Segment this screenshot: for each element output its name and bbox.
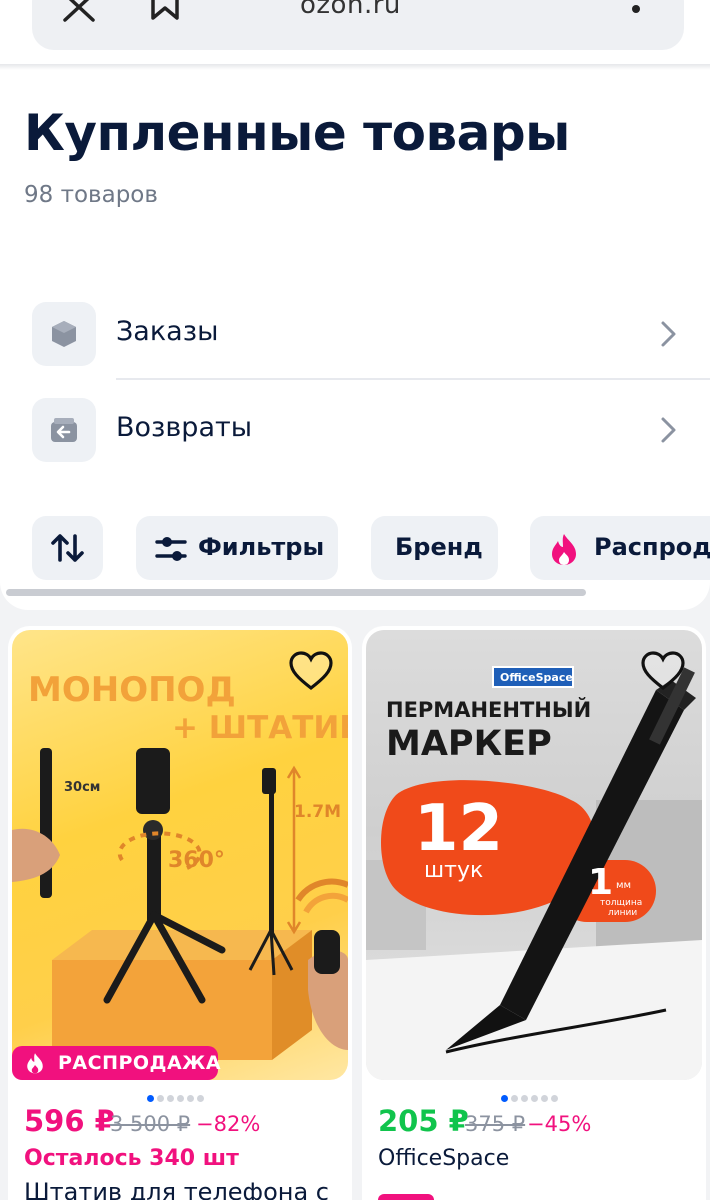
heart-icon[interactable] <box>640 650 686 692</box>
more-vertical-icon[interactable] <box>626 0 646 26</box>
menu-item-returns[interactable]: Возвраты <box>0 398 710 488</box>
sale-badge: РАСПРОДАЖА <box>12 1046 222 1080</box>
image-caption: линии <box>608 908 638 918</box>
image-caption: толщина <box>600 898 643 908</box>
pagination-dot[interactable] <box>197 1095 204 1102</box>
product-brand[interactable]: OfficeSpace <box>378 1146 509 1171</box>
pagination-dot[interactable] <box>187 1095 194 1102</box>
menu-item-label: Заказы <box>116 316 219 347</box>
pagination-dot[interactable] <box>147 1095 154 1102</box>
pagination-dot[interactable] <box>501 1095 508 1102</box>
image-caption: 1.7М <box>294 802 342 822</box>
product-price: 205 ₽ <box>378 1104 469 1138</box>
promo-tag <box>378 1194 434 1200</box>
sliders-icon <box>155 537 187 561</box>
brand-logo: OfficeSpace <box>492 666 574 688</box>
heart-icon[interactable] <box>288 650 334 692</box>
image-caption: + ШТАТИВ <box>172 710 348 746</box>
image-caption: МАРКЕР <box>386 724 552 764</box>
pagination-dot[interactable] <box>177 1095 184 1102</box>
filters-button[interactable]: Фильтры <box>136 516 338 580</box>
pagination-dot[interactable] <box>157 1095 164 1102</box>
pagination-dot[interactable] <box>167 1095 174 1102</box>
image-caption: штук <box>424 858 484 883</box>
page-title: Купленные товары <box>24 104 570 162</box>
sort-arrows-icon <box>51 534 84 562</box>
image-pagination-dots[interactable] <box>501 1087 561 1102</box>
product-title[interactable]: Штатив для телефона с <box>24 1178 329 1200</box>
brand-logo-text: OfficeSpace <box>500 671 573 684</box>
close-icon[interactable] <box>62 0 96 22</box>
stock-remaining: Осталось 340 шт <box>24 1146 239 1171</box>
fire-icon <box>552 534 576 565</box>
image-caption: МОНОПОД <box>28 670 236 710</box>
product-discount: −45% <box>527 1112 592 1136</box>
url-text[interactable]: ozon.ru <box>300 0 401 20</box>
image-caption: мм <box>616 880 632 891</box>
return-icon <box>51 418 77 442</box>
product-image[interactable]: OfficeSpace ПЕРМАНЕНТНЫЙ МАРКЕР 12 штук … <box>366 630 702 1080</box>
image-caption: 1 <box>588 862 614 903</box>
product-price: 596 ₽ <box>24 1104 115 1138</box>
product-image[interactable]: МОНОПОД + ШТАТИВ 30см 1.7М 360° <box>12 630 348 1080</box>
sort-button[interactable] <box>32 516 103 580</box>
image-caption: ПЕРМАНЕНТНЫЙ <box>386 698 592 722</box>
image-pagination-dots[interactable] <box>147 1087 207 1102</box>
product-old-price: 3 500 ₽ <box>110 1112 191 1136</box>
product-discount: −82% <box>196 1112 261 1136</box>
menu-divider <box>116 378 710 380</box>
pagination-dot[interactable] <box>551 1095 558 1102</box>
product-old-price: 375 ₽ <box>465 1112 526 1136</box>
image-caption: 360° <box>168 848 225 873</box>
chevron-right-icon <box>661 417 676 443</box>
chip-label: Бренд <box>395 533 483 561</box>
chips-scrollbar[interactable] <box>6 589 586 596</box>
fire-icon <box>27 1053 43 1074</box>
sale-chip-button[interactable]: Распродажа <box>530 516 710 580</box>
image-caption: 12 <box>414 792 504 866</box>
items-count: 98 товаров <box>24 182 158 208</box>
pagination-dot[interactable] <box>531 1095 538 1102</box>
box-icon-container <box>32 302 96 366</box>
pagination-dot[interactable] <box>541 1095 548 1102</box>
image-caption: 30см <box>64 780 101 795</box>
chip-label: Распродажа <box>594 533 710 561</box>
return-icon-container <box>32 398 96 462</box>
pagination-dot[interactable] <box>511 1095 518 1102</box>
brand-button[interactable]: Бренд <box>371 516 498 580</box>
box-icon <box>52 321 76 347</box>
chevron-right-icon <box>661 321 676 347</box>
chip-label: Фильтры <box>198 533 325 561</box>
sale-badge-label: РАСПРОДАЖА <box>58 1052 222 1074</box>
browser-toolbar: ozon.ru <box>0 0 710 70</box>
pagination-dot[interactable] <box>521 1095 528 1102</box>
menu-item-label: Возвраты <box>116 412 253 443</box>
bookmark-icon[interactable] <box>150 0 180 20</box>
